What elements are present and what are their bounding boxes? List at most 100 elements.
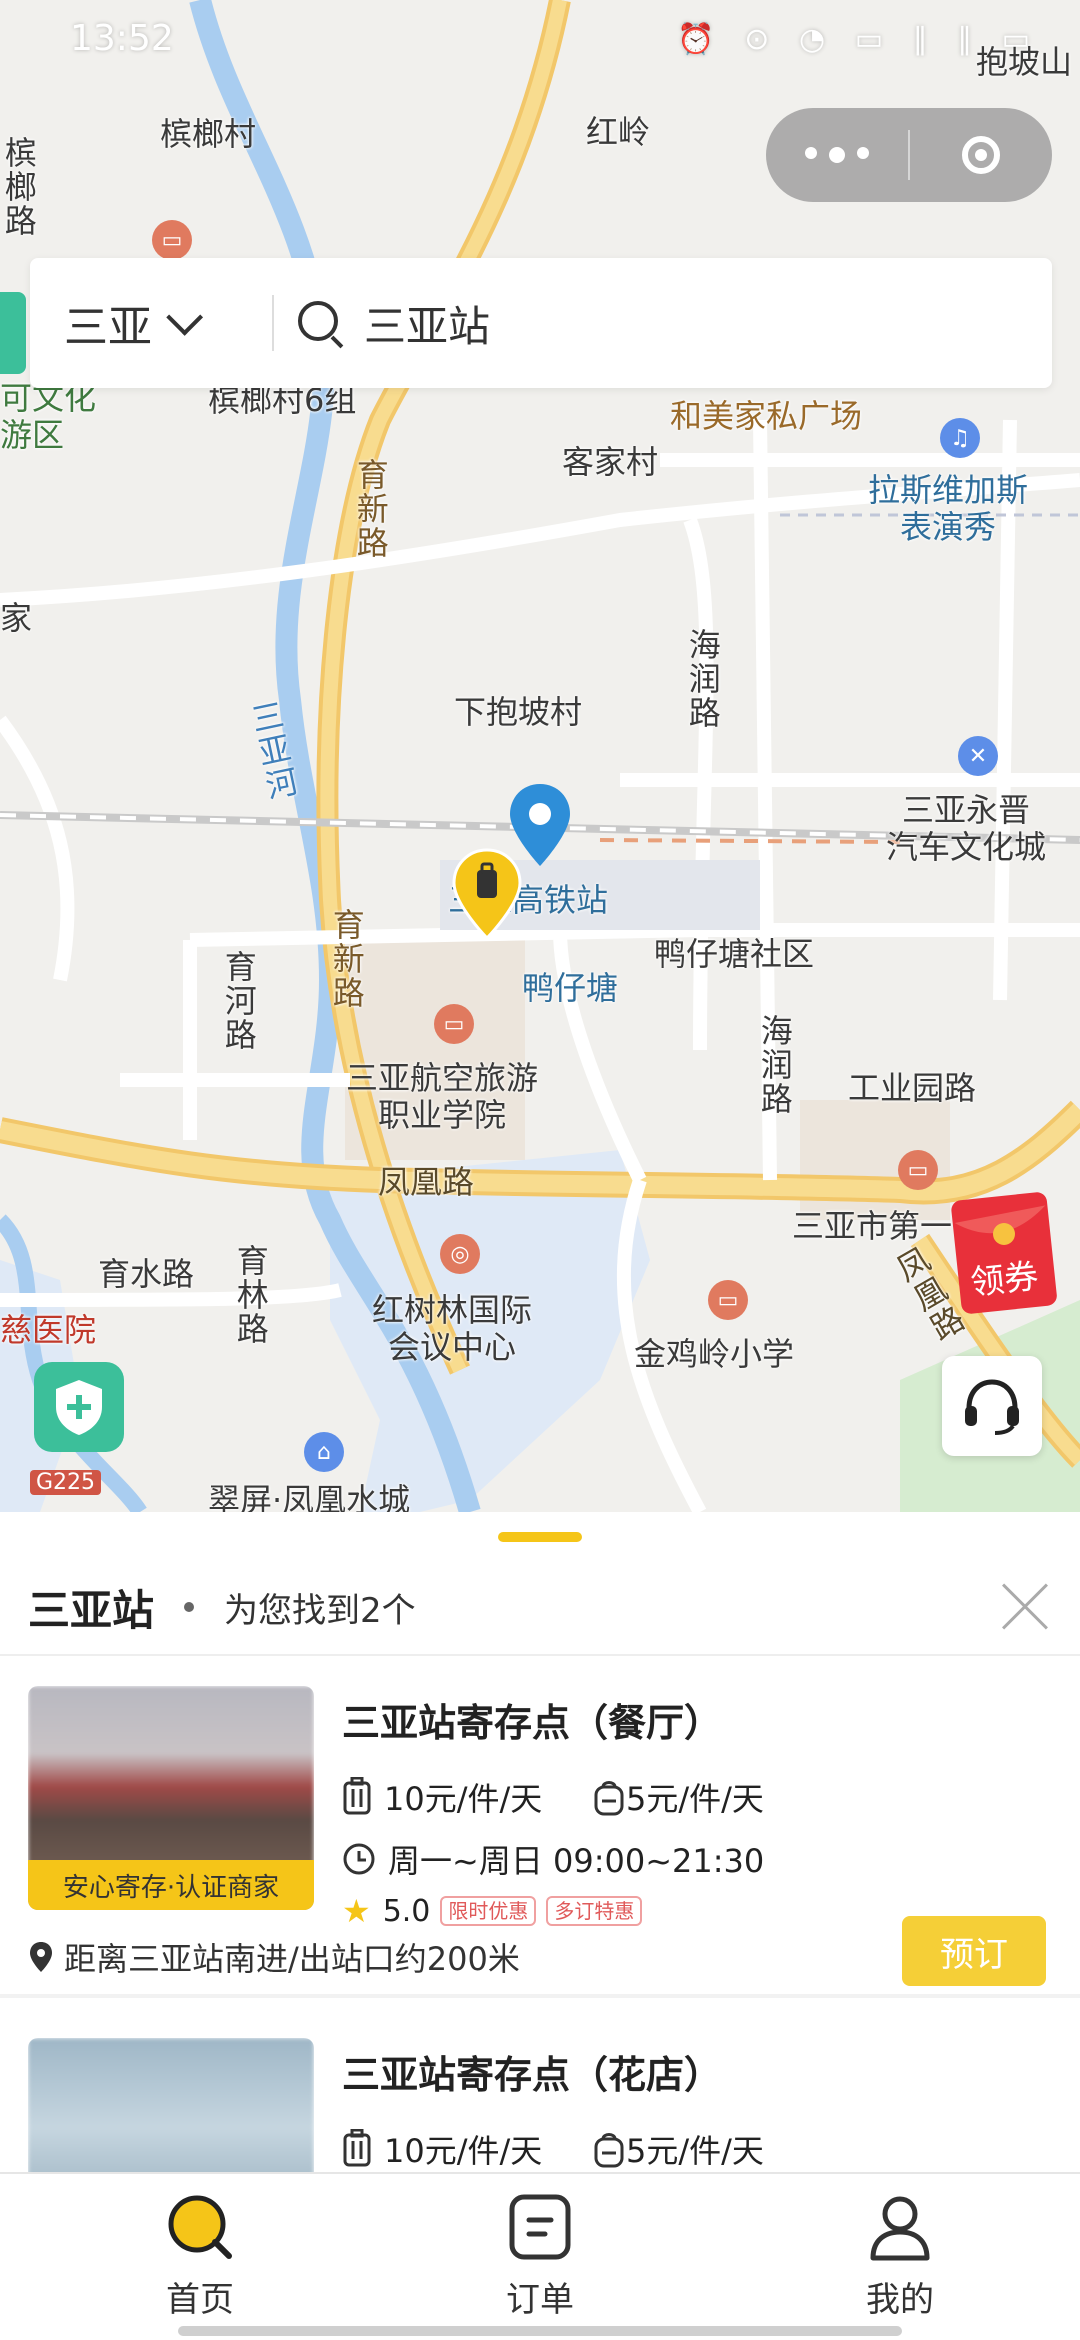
profile-icon [870, 2196, 930, 2261]
promo-tag: 多订特惠 [546, 1896, 643, 1926]
status-bar: 13:52 ⏰ ⊙ ◔ ▭ ∥ ∥ ▭ [0, 0, 1080, 80]
map-view[interactable]: ▭ ♫ ✕ ▭ ◎ ▭ ▭ ⌂ 槟榔村 红岭 抱坡山 槟榔路 可文化 游区 槟榔… [0, 0, 1080, 1512]
price-small-row: 5元/件/天 [592, 2126, 764, 2172]
tab-label: 首页 [166, 2280, 234, 2320]
store-photo [28, 2038, 314, 2172]
tab-label: 订单 [506, 2280, 574, 2320]
store-card[interactable]: 三亚站寄存点（花店） 10元/件/天 5元/件/天 [0, 2008, 1080, 2172]
search-input[interactable]: 三亚站 [364, 293, 490, 354]
station-name: 三亚站 [28, 1585, 155, 1635]
backpack-icon [594, 2133, 624, 2168]
city-selector[interactable]: 三亚 [30, 291, 264, 355]
star-icon: ★ [342, 1892, 371, 1930]
results-panel: 三亚站 为您找到2个 安心寄存·认证商家 三亚站寄存点（餐厅） 10元/件/天 [0, 1512, 1080, 2172]
home-search-icon [168, 2195, 232, 2259]
search-divider [272, 295, 274, 351]
home-indicator[interactable] [178, 2326, 902, 2336]
distance-row: 距离三亚站南进/出站口约200米 [28, 1934, 520, 1980]
store-name: 三亚站寄存点（餐厅） [342, 1701, 723, 1745]
location-icon [30, 1942, 52, 1972]
map-label: 槟榔村 [160, 115, 257, 153]
suitcase-icon [343, 1777, 371, 1815]
safety-shield-button[interactable] [34, 1362, 124, 1452]
tab-bar: 首页 订单 我的 [0, 2172, 1080, 2340]
map-label: 翠屏·凤凰水城 [208, 1481, 411, 1512]
rating-value: 5.0 [382, 1893, 431, 1929]
drag-handle[interactable] [498, 1532, 582, 1542]
price-large: 10元/件/天 [384, 1780, 543, 1818]
miniprogram-capsule [766, 108, 1052, 202]
map-label: 下抱坡村 [454, 693, 583, 731]
clock-icon [343, 1843, 375, 1875]
school-icon: ▭ [434, 1004, 474, 1044]
left-edge-button[interactable] [0, 292, 26, 374]
map-label: 和美家私广场 [670, 397, 863, 435]
opening-hours: 周一~周日 09:00~21:30 [388, 1842, 765, 1880]
map-label: 凤凰路 [378, 1163, 475, 1201]
search-bar: 三亚 三亚站 [30, 258, 1052, 388]
map-label: 育水路 [98, 1255, 195, 1293]
tab-home[interactable]: 首页 [100, 2192, 300, 2321]
map-label: 家 [0, 599, 33, 637]
map-label: 慈医院 [0, 1311, 97, 1349]
map-label: 工业园路 [848, 1069, 977, 1107]
home-poi-icon: ⌂ [304, 1432, 344, 1472]
restaurant-icon: ▭ [152, 220, 192, 260]
repair-icon: ✕ [958, 736, 998, 776]
venue-icon: ◎ [440, 1234, 480, 1274]
promo-tag: 限时优惠 [440, 1896, 537, 1926]
dot-icon [805, 147, 817, 159]
coupon-button[interactable]: 领券 [950, 1188, 1060, 1314]
tab-profile[interactable]: 我的 [800, 2192, 1000, 2321]
close-icon[interactable] [1000, 1582, 1050, 1632]
map-label: 三亚市第一 [792, 1207, 953, 1245]
city-label: 三亚 [64, 302, 152, 353]
customer-service-button[interactable] [942, 1356, 1042, 1456]
hospital-poi-icon: ▭ [898, 1150, 938, 1190]
music-icon: ♫ [940, 418, 980, 458]
map-label: 鸭仔塘 [522, 969, 619, 1007]
book-button[interactable]: 预订 [902, 1916, 1046, 1986]
target-icon [962, 136, 1000, 174]
result-count: 为您找到2个 [224, 1590, 416, 1631]
status-icons: ⏰ ⊙ ◔ ▭ ∥ ∥ ▭ [677, 22, 1040, 57]
map-label: 三亚永晋 汽车文化城 [886, 791, 1047, 866]
map-label: 槟榔路 [0, 136, 38, 238]
price-large: 10元/件/天 [384, 2132, 543, 2170]
status-time: 13:52 [70, 18, 174, 59]
map-label: 客家村 [562, 443, 659, 481]
price-small: 5元/件/天 [626, 2132, 764, 2170]
dot-separator [184, 1602, 195, 1612]
store-name: 三亚站寄存点（花店） [342, 2053, 723, 2097]
map-label: 三亚航空旅游 职业学院 [346, 1059, 539, 1134]
map-label: 拉斯维加斯 表演秀 [868, 471, 1029, 546]
highway-shield: G225 [30, 1470, 102, 1496]
tab-orders[interactable]: 订单 [440, 2192, 640, 2321]
map-label: 可文化 游区 [0, 379, 97, 454]
coupon-label: 领券 [968, 1256, 1041, 1304]
dot-icon [857, 147, 869, 159]
price-small: 5元/件/天 [626, 1780, 764, 1818]
map-label: 红树林国际 会议中心 [372, 1291, 533, 1366]
dot-icon [829, 147, 845, 163]
school-icon: ▭ [708, 1280, 748, 1320]
map-label: 育河路 [219, 950, 258, 1052]
luggage-marker-icon[interactable] [452, 848, 522, 940]
order-icon [509, 2194, 571, 2260]
panel-header: 三亚站 为您找到2个 [0, 1560, 1080, 1656]
headset-icon [965, 1379, 1019, 1435]
map-label: 育新路 [327, 908, 366, 1010]
suitcase-icon [343, 2129, 371, 2167]
rating-row: ★ 5.0 限时优惠 多订特惠 [342, 1892, 643, 1930]
more-options-button[interactable] [766, 147, 908, 163]
price-large-row: 10元/件/天 [342, 1774, 542, 1820]
close-miniprogram-button[interactable] [910, 136, 1052, 174]
map-label: 鸭仔塘社区 [654, 935, 815, 973]
certified-badge: 安心寄存·认证商家 [28, 1860, 314, 1910]
map-label: 海润路 [755, 1014, 794, 1116]
map-label: 海润路 [683, 628, 722, 730]
tab-label: 我的 [866, 2280, 934, 2320]
distance-text: 距离三亚站南进/出站口约200米 [64, 1940, 520, 1978]
store-card[interactable]: 安心寄存·认证商家 三亚站寄存点（餐厅） 10元/件/天 5元/件/天 周一~周… [0, 1656, 1080, 2008]
map-label: 育林路 [231, 1244, 270, 1346]
